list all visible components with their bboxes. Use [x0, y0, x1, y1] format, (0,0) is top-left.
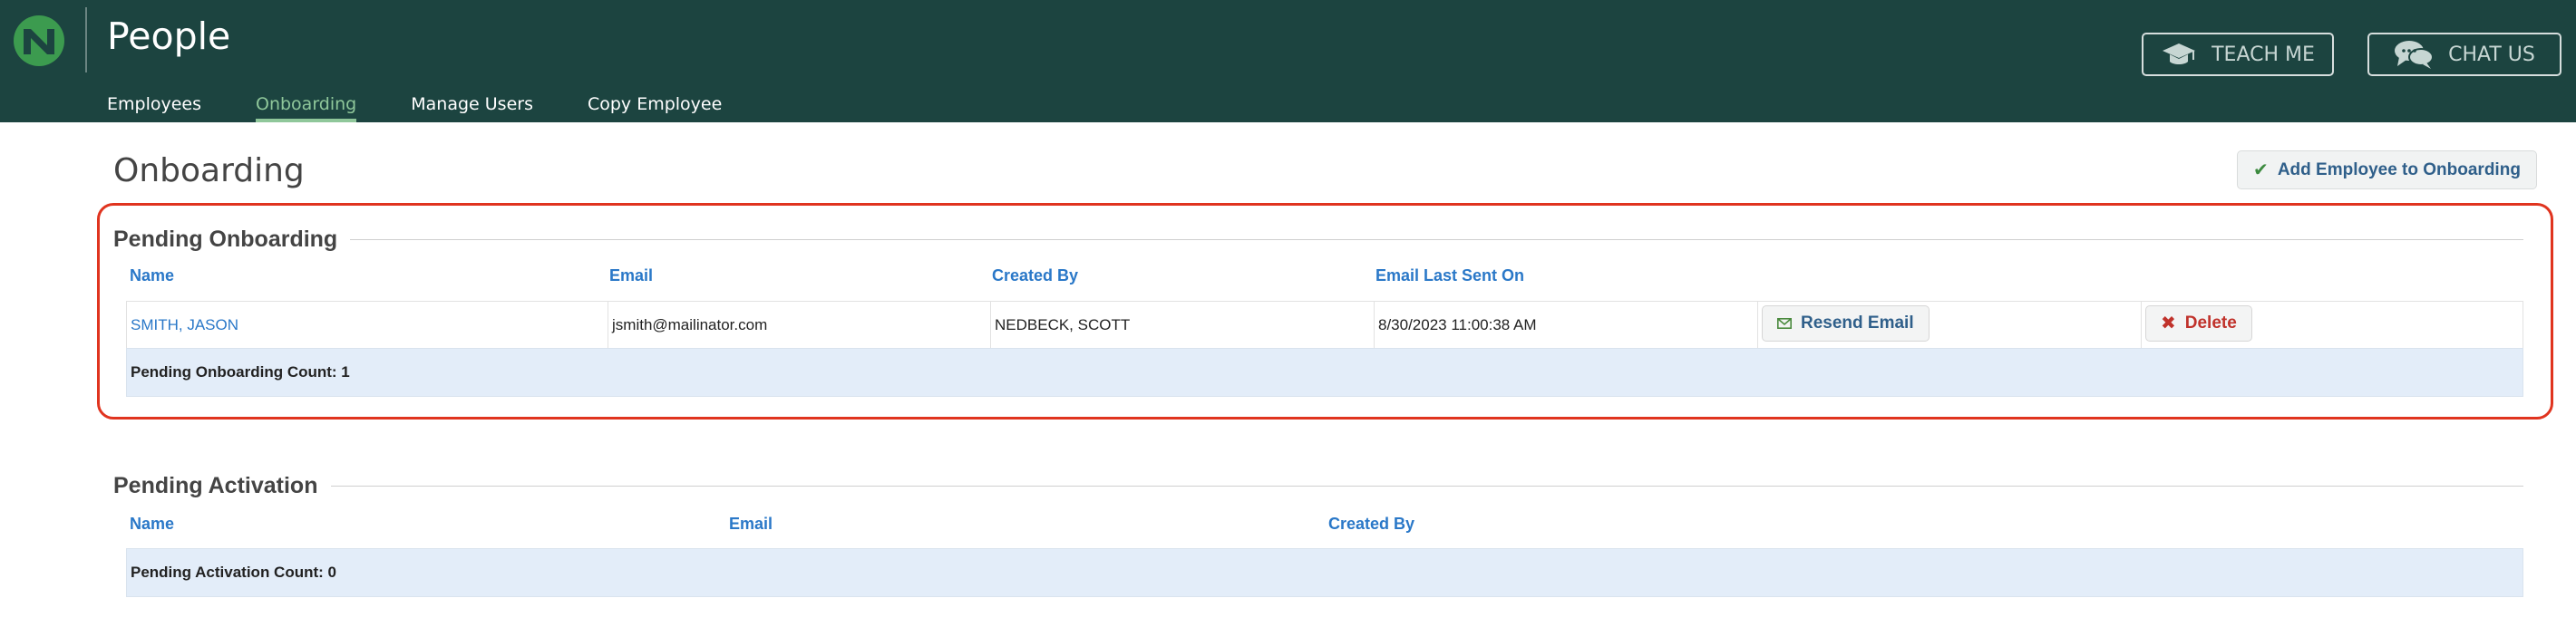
chat-us-label: CHAT US [2448, 43, 2535, 66]
add-employee-label: Add Employee to Onboarding [2277, 159, 2521, 179]
delete-button[interactable]: ✖ Delete [2145, 305, 2252, 342]
column-header-email-last-sent-on[interactable]: Email Last Sent On [1375, 266, 1524, 285]
pending-activation-count: Pending Activation Count: 0 [126, 548, 2523, 597]
chat-bubbles-icon [2395, 41, 2435, 69]
nav-copy-employee[interactable]: Copy Employee [588, 91, 722, 122]
teach-me-label: TEACH ME [2211, 43, 2315, 66]
column-header-created-by[interactable]: Created By [1328, 515, 1414, 534]
checkmark-icon: ✔ [2253, 160, 2269, 180]
row-delete-cell: ✖ Delete [2141, 302, 2523, 349]
table-row: SMITH, JASON jsmith@mailinator.com NEDBE… [126, 301, 2523, 350]
resend-email-label: Resend Email [1801, 314, 1914, 333]
brand-logo-icon[interactable] [11, 14, 67, 67]
logo-divider [85, 7, 87, 72]
add-employee-to-onboarding-button[interactable]: ✔ Add Employee to Onboarding [2237, 150, 2537, 189]
resend-email-button[interactable]: Resend Email [1762, 305, 1930, 342]
column-header-name[interactable]: Name [130, 266, 174, 285]
pending-onboarding-title: Pending Onboarding [113, 227, 351, 253]
nav-onboarding[interactable]: Onboarding [256, 91, 357, 122]
top-bar: People Employees Onboarding Manage Users… [0, 0, 2576, 122]
column-header-email[interactable]: Email [609, 266, 653, 285]
row-email-cell: jsmith@mailinator.com [608, 302, 990, 349]
graduation-cap-icon [2163, 43, 2196, 64]
row-created-by-cell: NEDBECK, SCOTT [990, 302, 1374, 349]
chat-us-button[interactable]: CHAT US [2367, 33, 2561, 76]
employee-name-link[interactable]: SMITH, JASON [131, 316, 238, 333]
row-email-last-sent-cell: 8/30/2023 11:00:38 AM [1374, 302, 1757, 349]
envelope-icon [1777, 318, 1792, 329]
section-divider [331, 486, 2523, 487]
section-divider [345, 239, 2523, 240]
row-name-cell: SMITH, JASON [127, 302, 608, 349]
column-header-name[interactable]: Name [130, 515, 174, 534]
pending-activation-title: Pending Activation [113, 473, 331, 499]
delete-label: Delete [2184, 314, 2237, 333]
app-title: People [107, 14, 231, 58]
page-title: Onboarding [113, 152, 305, 189]
column-header-email[interactable]: Email [729, 515, 773, 534]
row-resend-cell: Resend Email [1757, 302, 2141, 349]
pending-onboarding-count: Pending Onboarding Count: 1 [126, 348, 2523, 397]
main-nav: Employees Onboarding Manage Users Copy E… [107, 91, 776, 122]
nav-manage-users[interactable]: Manage Users [411, 91, 533, 122]
teach-me-button[interactable]: TEACH ME [2142, 33, 2334, 76]
nav-employees[interactable]: Employees [107, 91, 201, 122]
column-header-created-by[interactable]: Created By [992, 266, 1078, 285]
x-icon: ✖ [2161, 314, 2176, 333]
